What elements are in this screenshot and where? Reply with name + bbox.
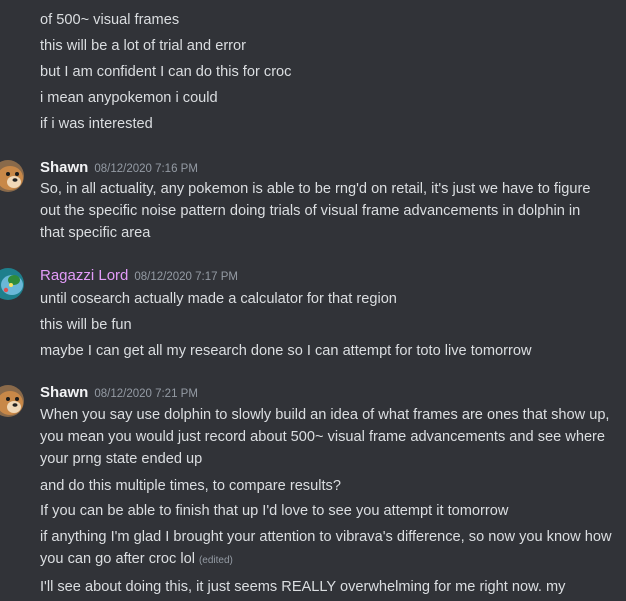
- message-line: this will be a lot of trial and error: [40, 38, 247, 54]
- message-line: if i was interested: [40, 116, 153, 132]
- message-line: but I am confident I can do this for cro…: [40, 64, 292, 80]
- message-line: i mean anypokemon i could: [40, 90, 218, 106]
- username[interactable]: Ragazzi Lord: [40, 267, 128, 284]
- message-line: and do this multiple times, to compare r…: [40, 478, 341, 494]
- avatar[interactable]: [0, 268, 24, 300]
- timestamp[interactable]: 08/12/2020 7:16 PM: [94, 163, 198, 175]
- message-line: If you can be able to finish that up I'd…: [40, 503, 509, 519]
- message-line: I'll see about doing this, it just seems…: [40, 579, 566, 595]
- message-line: maybe I can get all my research done so …: [40, 343, 532, 359]
- message-line: this will be fun: [40, 317, 132, 333]
- message-line: When you say use dolphin to slowly build…: [40, 407, 610, 467]
- avatar[interactable]: [0, 385, 24, 417]
- timestamp[interactable]: 08/12/2020 7:21 PM: [94, 388, 198, 400]
- edited-label: (edited): [198, 555, 233, 566]
- message-line: of 500~ visual frames: [40, 12, 180, 28]
- message-line: if anything I'm glad I brought your atte…: [40, 526, 616, 572]
- dog-avatar-icon: [0, 160, 24, 192]
- message-text: if anything I'm glad I brought your atte…: [40, 529, 612, 567]
- message-line: So, in all actuality, any pokemon is abl…: [40, 181, 591, 241]
- timestamp[interactable]: 08/12/2020 7:17 PM: [134, 271, 238, 283]
- message-header: Shawn 08/12/2020 7:21 PM: [40, 384, 198, 401]
- pokemon-avatar-icon: [0, 268, 24, 300]
- username[interactable]: Shawn: [40, 159, 88, 176]
- message-header: Shawn 08/12/2020 7:16 PM: [40, 159, 198, 176]
- avatar[interactable]: [0, 160, 24, 192]
- dog-avatar-icon: [0, 385, 24, 417]
- message-header: Ragazzi Lord 08/12/2020 7:17 PM: [40, 267, 238, 284]
- message-line: until cosearch actually made a calculato…: [40, 291, 397, 307]
- username[interactable]: Shawn: [40, 384, 88, 401]
